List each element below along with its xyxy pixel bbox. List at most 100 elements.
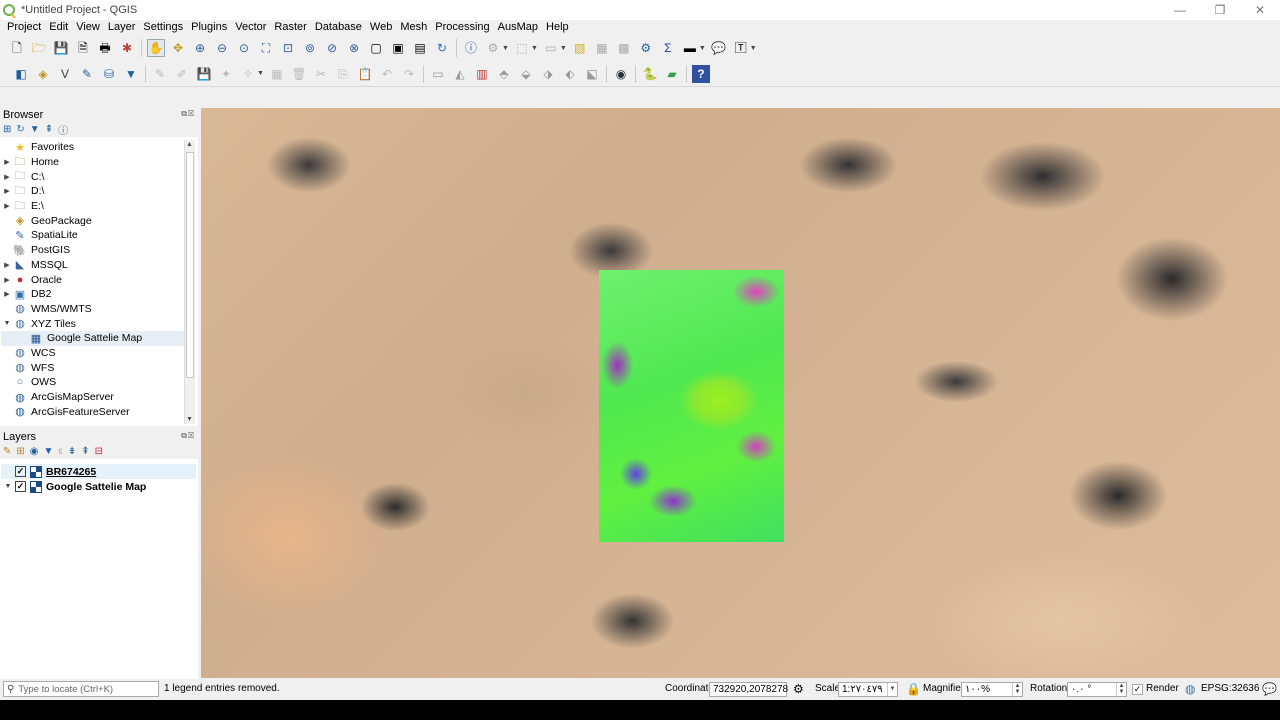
browser-item[interactable]: ▶ 🗀 Home [1,155,184,170]
text-annotation-icon[interactable]: 🅃 [732,39,750,57]
expand-arrow-icon[interactable]: ▶ [1,187,13,195]
statistics-icon[interactable]: Σ [659,39,677,57]
browser-item[interactable]: ▦ Google Sattelie Map [1,330,184,346]
properties-icon[interactable]: ⓘ [58,122,68,137]
zoom-in-icon[interactable]: ⊕ [191,39,209,57]
scroll-down-icon[interactable]: ▼ [186,416,193,423]
add-virtual-layer-icon[interactable]: ▼ [122,65,140,83]
actions-icon[interactable]: ⚙ [484,39,502,57]
expand-arrow-icon[interactable]: ▶ [1,158,13,166]
spinner-icon[interactable]: ▲ ▼ [1116,683,1126,696]
zoom-next-icon[interactable]: ⊗ [345,39,363,57]
python-console-icon[interactable]: 🐍 [641,65,659,83]
browser-item[interactable]: ▶ 🗀 D:\ [1,184,184,199]
rotation-field[interactable]: ٠.٠ ° ▲ ▼ [1067,682,1127,697]
browser-item[interactable]: 🐘 PostGIS [1,243,184,258]
modify-attributes-icon[interactable]: ▦ [268,65,286,83]
manage-themes-icon[interactable]: ◉ [30,446,39,457]
magnifier-field[interactable]: ١٠٠% ▲ ▼ [961,682,1023,697]
chevron-down-icon[interactable]: ▼ [699,45,706,52]
deselect-all-icon[interactable]: ▧ [571,39,589,57]
menu-vector[interactable]: Vector [231,20,270,35]
panel-float-close-icon[interactable]: ⧉☒ [181,109,195,119]
scroll-up-icon[interactable]: ▲ [186,141,193,148]
redo-icon[interactable]: ↷ [400,65,418,83]
browser-tree[interactable]: ★ Favorites ▶ 🗀 Home ▶ 🗀 C:\ ▶ 🗀 D:\ ▶ 🗀 E:\ ◈ GeoPacka… [1,140,184,424]
move-label-icon[interactable]: ⬗ [539,65,557,83]
select-features-icon[interactable]: ⬚ [513,39,531,57]
zoom-last-icon[interactable]: ⊘ [323,39,341,57]
new-project-icon[interactable]: 🗋 [8,39,26,57]
filter-icon[interactable]: ▼ [30,124,40,135]
browser-item[interactable]: ◍ ArcGisFeatureServer [1,404,184,419]
add-vector-icon[interactable]: V [56,65,74,83]
crs-globe-icon[interactable]: ◍ [1185,682,1195,696]
expanded-arrow-icon[interactable]: ▼ [1,320,13,327]
zoom-out-icon[interactable]: ⊖ [213,39,231,57]
data-source-manager-icon[interactable]: ◧ [12,65,30,83]
add-database-icon[interactable]: ⛁ [100,65,118,83]
crs-label[interactable]: EPSG:32636 [1201,683,1259,694]
browser-item[interactable]: ▶ ▣ DB2 [1,287,184,302]
panel-float-close-icon[interactable]: ⧉☒ [181,431,195,441]
expand-arrow-icon[interactable]: ▶ [1,261,13,269]
menu-layer[interactable]: Layer [104,20,140,35]
rotate-label-icon[interactable]: ⬖ [561,65,579,83]
new-map-view-icon[interactable]: ▢ [367,39,385,57]
measure-icon[interactable]: ▬ [681,39,699,57]
toolbox-icon[interactable]: ⚙ [637,39,655,57]
menu-database[interactable]: Database [311,20,366,35]
chevron-down-icon[interactable]: ▼ [257,70,264,77]
maximize-button[interactable]: ❐ [1200,0,1240,20]
browser-item[interactable]: ▶ 🗀 C:\ [1,169,184,184]
minimize-button[interactable]: — [1160,0,1200,20]
add-group-icon[interactable]: ⊞ [16,446,24,457]
chevron-down-icon[interactable]: ▼ [750,45,757,52]
delete-selected-icon[interactable]: 🗑 [290,65,308,83]
coordinate-field[interactable]: 732920,2078278 [709,682,788,697]
toggle-editing-icon[interactable]: ✐ [173,65,191,83]
diagram-icon[interactable]: ▥ [473,65,491,83]
select-value-icon[interactable]: ▭ [542,39,560,57]
refresh-icon[interactable]: ↻ [16,124,24,135]
menu-raster[interactable]: Raster [270,20,310,35]
menu-settings[interactable]: Settings [139,20,187,35]
pan-map-icon[interactable]: ✋ [147,39,165,57]
chevron-down-icon[interactable]: ▼ [887,683,897,696]
open-project-icon[interactable]: 🗁 [30,39,48,57]
menu-mesh[interactable]: Mesh [396,20,431,35]
pin-labels-icon[interactable]: ⬘ [495,65,513,83]
add-delimited-icon[interactable]: ✎ [78,65,96,83]
browser-item[interactable]: ▶ 🗀 E:\ [1,199,184,214]
menu-processing[interactable]: Processing [431,20,493,35]
close-button[interactable]: ✕ [1240,0,1280,20]
zoom-full-icon[interactable]: ⛶ [257,39,275,57]
browser-scrollbar[interactable]: ▲ ▼ [184,140,195,424]
browser-item[interactable]: ◈ GeoPackage [1,213,184,228]
new-3d-view-icon[interactable]: ▣ [389,39,407,57]
style-layer-icon[interactable]: ✎ [3,446,11,457]
collapse-all-icon[interactable]: ⇞ [45,124,53,135]
add-selected-icon[interactable]: ⊞ [3,124,11,135]
save-project-icon[interactable]: 💾 [52,39,70,57]
remove-layer-icon[interactable]: ⊟ [95,446,103,457]
browser-item[interactable]: ◍ WMS/WMTS [1,302,184,317]
layer-visibility-checkbox[interactable]: ✓ [15,466,26,477]
layer-labeling-icon[interactable]: ◭ [451,65,469,83]
show-labels-icon[interactable]: ⬙ [517,65,535,83]
new-geopackage-icon[interactable]: ◈ [34,65,52,83]
messages-icon[interactable]: 💬 [1262,682,1277,696]
spinner-icon[interactable]: ▲ ▼ [1012,683,1022,696]
expand-all-icon[interactable]: ⇟ [68,446,76,457]
label-tool-icon[interactable]: ▭ [429,65,447,83]
menu-view[interactable]: View [72,20,104,35]
browser-item[interactable]: ◍ ArcGisMapServer [1,390,184,405]
browser-item[interactable]: ▼ ◍ XYZ Tiles [1,316,184,331]
browser-item[interactable]: ◍ WCS [1,346,184,361]
layer-row[interactable]: ▼ ✓ Google Sattelie Map [1,479,196,494]
browser-item[interactable]: ▶ ◣ MSSQL [1,258,184,273]
paste-features-icon[interactable]: 📋 [356,65,374,83]
browser-item[interactable]: ○ OWS [1,375,184,390]
bookmark-icon[interactable]: ▤ [411,39,429,57]
menu-web[interactable]: Web [366,20,396,35]
